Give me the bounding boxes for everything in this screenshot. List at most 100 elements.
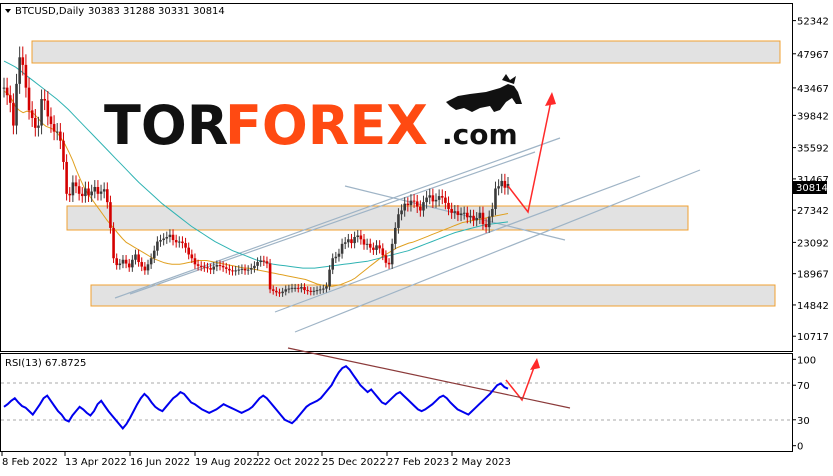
candle-body: [312, 290, 316, 292]
candle-body: [275, 290, 278, 293]
candle-body: [206, 267, 209, 269]
candle-body: [146, 264, 150, 271]
candle-body: [425, 197, 428, 203]
logo-tor: TOR: [104, 94, 228, 157]
candle-body: [434, 199, 438, 202]
candle-body: [21, 57, 25, 65]
candle-body: [253, 265, 256, 269]
time-tick-label: 2 May 2023: [452, 457, 511, 468]
candle-body: [240, 268, 244, 270]
trading-chart: TOR FOREX .com 52342 47967 43467 39842 35592…: [0, 3, 829, 468]
candle-body: [8, 95, 12, 103]
candle-body: [466, 212, 469, 218]
candle-body: [412, 200, 416, 202]
candle-body: [34, 117, 37, 128]
candle-body: [378, 245, 381, 249]
candle-body: [196, 264, 200, 266]
rsi-panel: [0, 353, 793, 452]
candle-body: [284, 289, 288, 292]
chart-header: BTCUSD,Daily 30383 31288 30331 30814: [5, 6, 225, 17]
candle-body: [481, 212, 485, 225]
candle-body: [497, 186, 500, 189]
candle-body: [152, 250, 156, 259]
candle-body: [356, 235, 360, 238]
candle-body: [415, 201, 419, 207]
price-axis: 5234247967434673984235592314672734223092…: [792, 17, 829, 343]
chart-window: TOR FOREX .com 52342 47967 43467 39842 35592…: [0, 0, 833, 472]
candle-body: [37, 125, 40, 128]
candle-body: [259, 260, 262, 263]
candle-body: [237, 269, 241, 271]
candle-body: [484, 224, 488, 228]
candle-body: [309, 290, 313, 292]
time-tick-label: 27 Feb 2023: [387, 457, 449, 468]
candle-body: [368, 243, 372, 248]
candle-body: [306, 290, 309, 292]
candle-body: [203, 266, 206, 268]
candle-body: [43, 99, 46, 101]
candle-body: [68, 193, 72, 196]
candle-body: [447, 202, 450, 209]
candle-body: [156, 241, 159, 251]
candle-body: [243, 268, 247, 271]
candle-body: [403, 203, 406, 211]
candle-body: [127, 263, 131, 268]
candle-body: [87, 188, 90, 196]
candle-body: [478, 212, 482, 219]
candle-body: [159, 240, 162, 242]
candle-body: [18, 57, 21, 84]
candle-body: [137, 254, 140, 263]
candle-body: [46, 100, 50, 117]
support-zone: [90, 284, 776, 307]
candle-body: [262, 260, 266, 262]
candle-body: [428, 195, 432, 198]
current-price-value: 30814: [796, 183, 828, 194]
rsi-label: RSI(13) 67.8725: [5, 358, 86, 369]
candle-body: [99, 191, 103, 194]
candle-body: [303, 287, 306, 291]
candle-body: [503, 180, 507, 188]
candle-body: [397, 214, 400, 228]
candle-body: [162, 238, 165, 241]
candle-body: [440, 196, 444, 198]
candle-body: [390, 243, 394, 265]
time-tick-label: 8 Feb 2022: [2, 457, 58, 468]
rsi-tick-label: 0: [797, 442, 803, 453]
candle-body: [381, 248, 385, 256]
candle-body: [171, 234, 175, 241]
candle-body: [491, 208, 494, 217]
time-tick-label: 19 Aug 2022: [195, 457, 259, 468]
candle-body: [343, 242, 347, 244]
candle-body: [30, 110, 34, 118]
candle-body: [431, 195, 435, 202]
candle-body: [228, 268, 231, 271]
candle-body: [65, 161, 68, 194]
candle-body: [419, 206, 422, 211]
candle-body: [353, 237, 356, 244]
candle-body: [234, 270, 237, 272]
candle-body: [268, 263, 272, 290]
candle-body: [475, 218, 478, 221]
price-tick-label: 23092: [797, 238, 829, 249]
candle-body: [124, 259, 128, 264]
candle-body: [165, 237, 169, 239]
symbol-label: BTCUSD,Daily: [15, 6, 84, 17]
candle-body: [459, 213, 463, 216]
candle-body: [359, 235, 363, 240]
candle-body: [365, 243, 369, 245]
current-price-badge: 30814: [793, 181, 828, 194]
candle-body: [77, 186, 81, 194]
candle-body: [15, 83, 18, 126]
ohlc-values: 30383 31288 30331 30814: [88, 6, 225, 17]
candle-body: [444, 197, 447, 203]
candle-body: [178, 241, 181, 243]
time-tick-label: 25 Dec 2022: [322, 457, 386, 468]
rsi-axis: 100 70 30 0: [792, 355, 816, 453]
candle-body: [350, 239, 353, 244]
candle-body: [106, 189, 109, 203]
candle-body: [334, 256, 338, 259]
candle-body: [406, 203, 410, 206]
candle-body: [221, 265, 225, 268]
candle-body: [318, 289, 322, 291]
candle-body: [121, 259, 125, 264]
